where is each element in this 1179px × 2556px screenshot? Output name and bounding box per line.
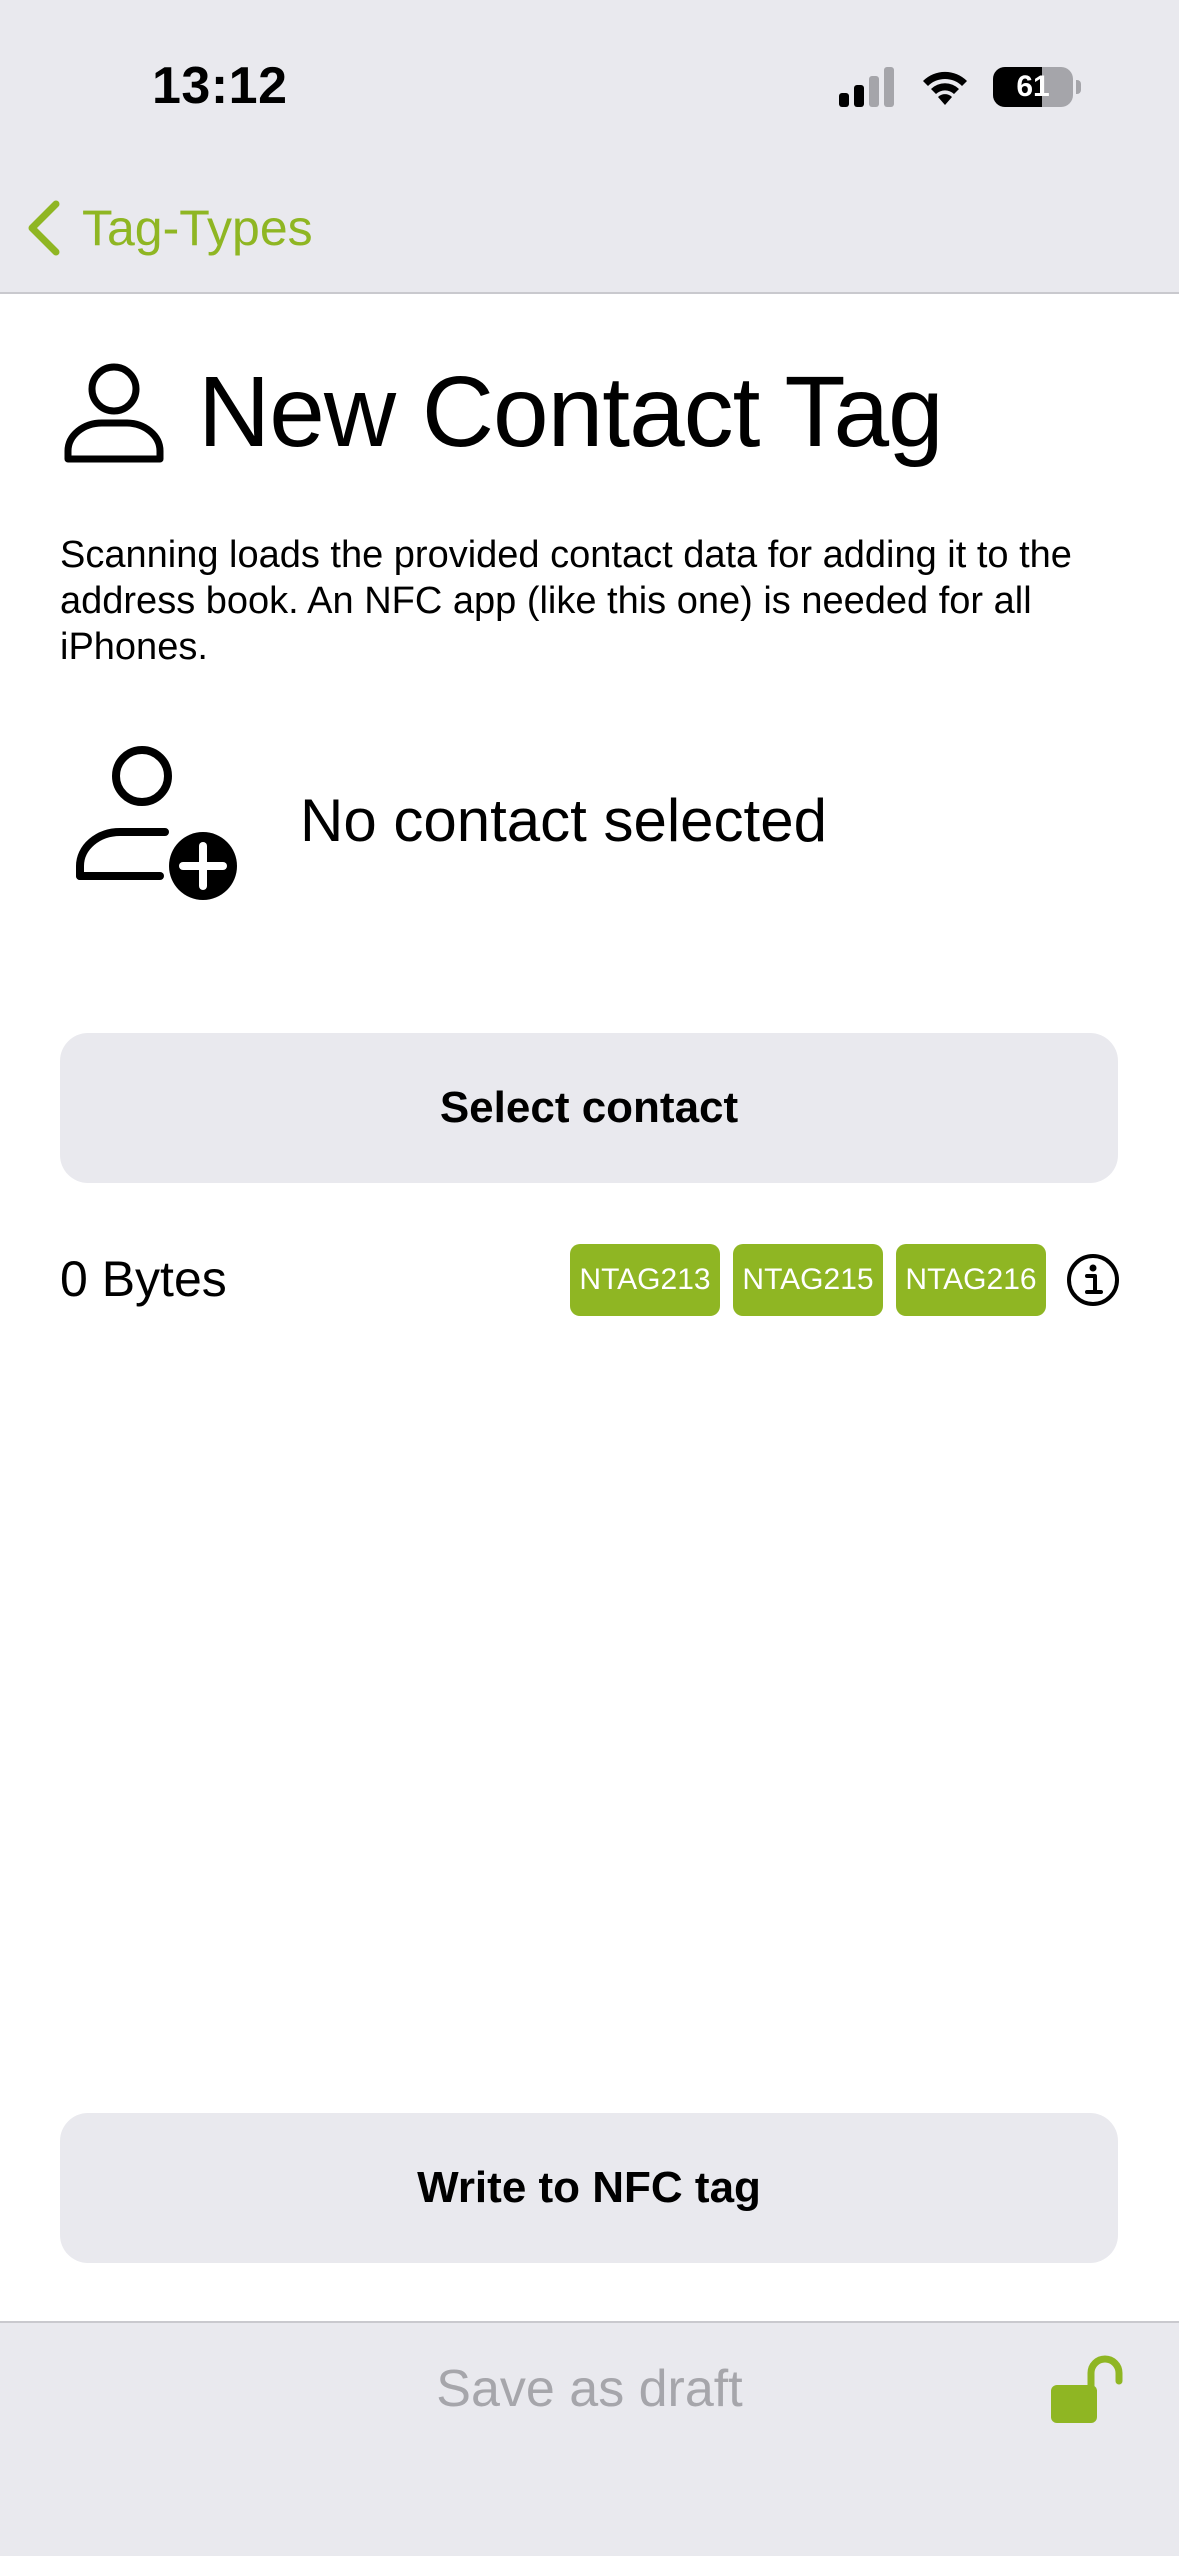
contact-status-text: No contact selected xyxy=(300,786,827,854)
battery-percent: 61 xyxy=(1016,70,1050,103)
page-description: Scanning loads the provided contact data… xyxy=(60,534,1072,668)
page-title: New Contact Tag xyxy=(198,356,944,468)
save-as-draft-button[interactable]: Save as draft xyxy=(0,2359,1179,2419)
info-circle-icon[interactable] xyxy=(1065,1252,1121,1308)
select-contact-button[interactable]: Select contact xyxy=(60,1033,1118,1183)
bottom-toolbar: Save as draft xyxy=(0,2321,1179,2556)
bytes-count: 0 Bytes xyxy=(60,1251,227,1307)
status-icons: 61 xyxy=(839,62,1081,112)
cellular-signal-icon xyxy=(839,67,894,107)
person-add-icon xyxy=(76,746,237,900)
tag-type-list: NTAG213 NTAG215 NTAG216 xyxy=(570,1244,1121,1316)
chevron-left-icon xyxy=(28,200,60,256)
wifi-icon xyxy=(923,71,967,105)
back-button-label: Tag-Types xyxy=(82,200,313,256)
person-icon xyxy=(64,363,164,462)
write-nfc-tag-button[interactable]: Write to NFC tag xyxy=(60,2113,1118,2263)
top-bar: 13:12 61 Tag-Types xyxy=(0,0,1179,294)
tag-badge-ntag215: NTAG215 xyxy=(733,1244,883,1316)
battery-cap xyxy=(1076,80,1081,94)
battery-indicator: 61 xyxy=(993,67,1073,107)
contact-row: No contact selected xyxy=(70,740,827,900)
back-button[interactable]: Tag-Types xyxy=(24,190,313,266)
tag-badge-ntag216: NTAG216 xyxy=(896,1244,1046,1316)
tag-badge-ntag213: NTAG213 xyxy=(570,1244,720,1316)
status-time: 13:12 xyxy=(152,57,288,115)
page-header: New Contact Tag xyxy=(60,355,944,470)
unlock-icon[interactable] xyxy=(1051,2353,1123,2425)
